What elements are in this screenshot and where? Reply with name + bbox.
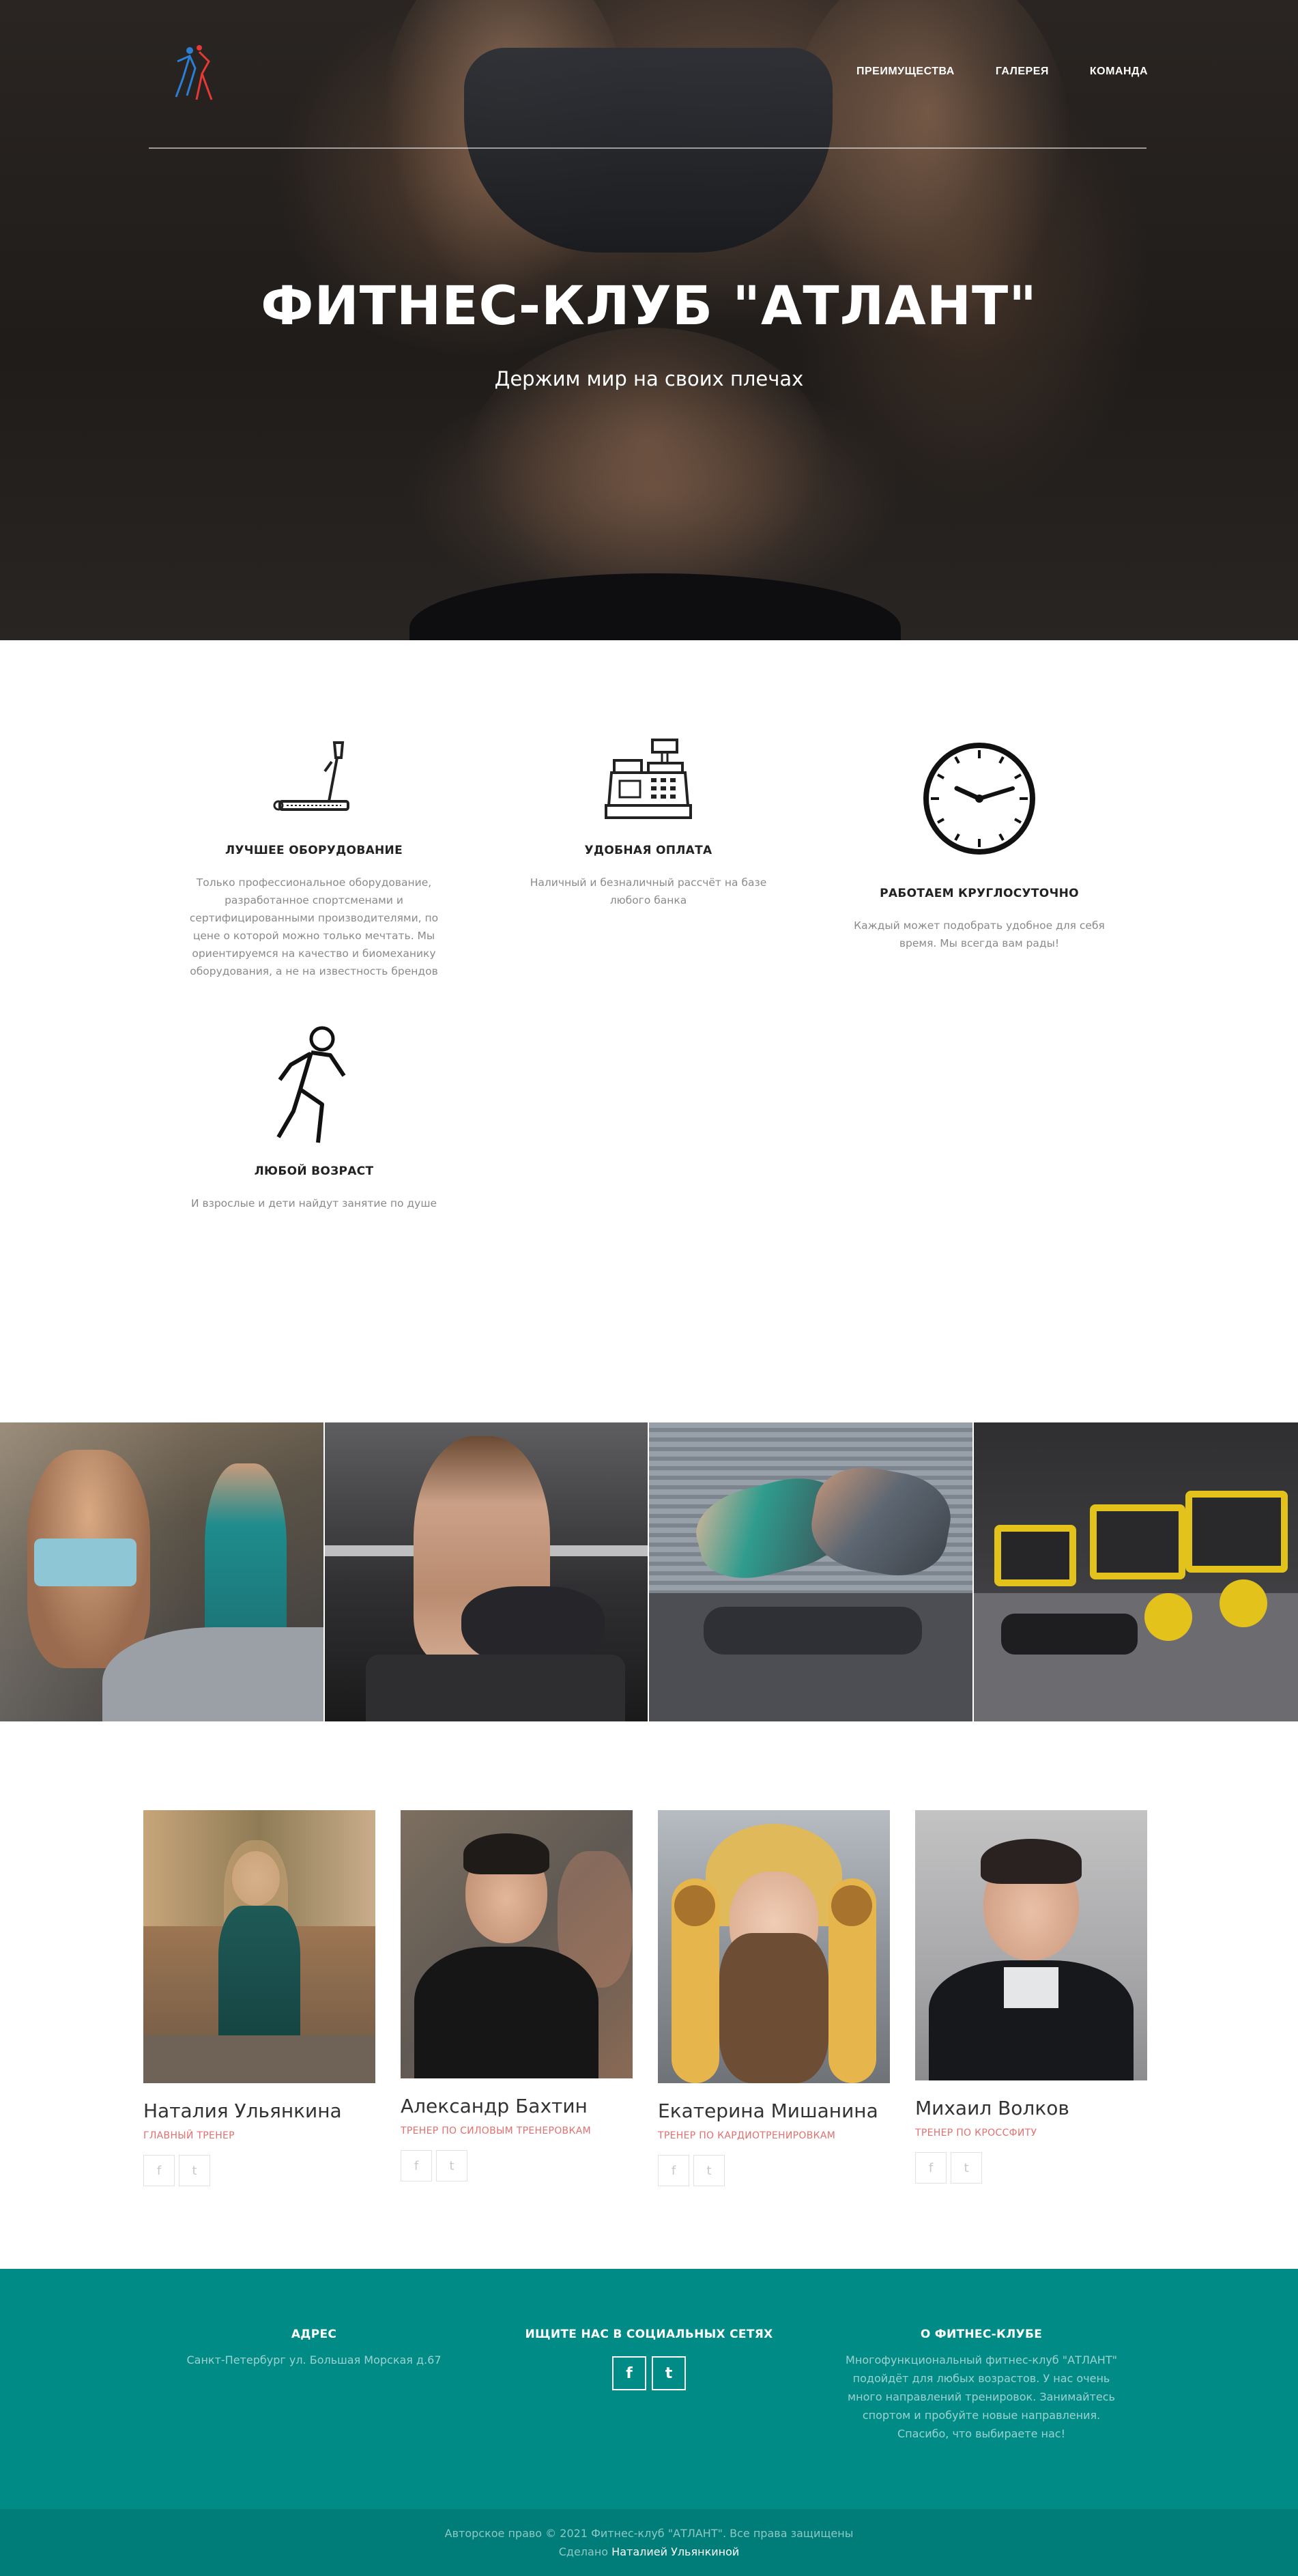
- clock-icon: [923, 743, 1035, 855]
- team-member-socials: f t: [658, 2155, 890, 2186]
- feature-text: Каждый может подобрать удобное для себя …: [854, 919, 1105, 949]
- twitter-icon[interactable]: t: [436, 2150, 467, 2181]
- team-member-role: ГЛАВНЫЙ ТРЕНЕР: [143, 2130, 235, 2141]
- copyright-bar: Авторское право © 2021 Фитнес-клуб "АТЛА…: [0, 2509, 1298, 2576]
- feature-title: УДОБНАЯ ОПЛАТА: [584, 844, 712, 857]
- facebook-icon[interactable]: f: [143, 2155, 175, 2186]
- hero-photo-shorts: [409, 573, 901, 640]
- footer-about-title: О ФИТНЕС-КЛУБЕ: [920, 2328, 1043, 2341]
- footer-about: О ФИТНЕС-КЛУБЕ Многофункциональный фитне…: [831, 2328, 1131, 2443]
- logo[interactable]: [164, 41, 218, 106]
- twitter-icon[interactable]: t: [951, 2152, 982, 2184]
- twitter-icon[interactable]: t: [693, 2155, 725, 2186]
- gallery-image-plank[interactable]: [649, 1422, 974, 1721]
- facebook-icon[interactable]: f: [612, 2356, 646, 2390]
- feature-text: Только профессиональное оборудование, ра…: [189, 876, 439, 977]
- hero-subtitle: Держим мир на своих плечах: [494, 367, 804, 390]
- feature-24h: РАБОТАЕМ КРУГЛОСУТОЧНО Каждый может подо…: [850, 741, 1109, 952]
- feature-payment: УДОБНАЯ ОПЛАТА Наличный и безналичный ра…: [519, 737, 778, 909]
- feature-equipment: ЛУЧШЕЕ ОБОРУДОВАНИЕ Только профессиональ…: [184, 737, 444, 980]
- team-member-socials: f t: [401, 2150, 633, 2181]
- running-person-icon: [276, 1026, 346, 1143]
- team-member-name: Наталия Ульянкина: [143, 2100, 342, 2122]
- footer-social-buttons: f t: [499, 2356, 799, 2390]
- gallery-image-barbell[interactable]: [324, 1422, 649, 1721]
- team-member-socials: f t: [915, 2152, 1147, 2184]
- made-by-line: Сделано Наталией Ульянкиной: [0, 2545, 1298, 2558]
- nav-item-gallery[interactable]: ГАЛЕРЕЯ: [996, 66, 1049, 78]
- team-member-photo: [401, 1810, 633, 2078]
- team-member-role: ТРЕНЕР ПО КАРДИОТРЕНИРОВКАМ: [658, 2130, 836, 2141]
- gallery-section: [0, 1422, 1298, 1721]
- feature-title: РАБОТАЕМ КРУГЛОСУТОЧНО: [880, 887, 1079, 900]
- footer-address-title: АДРЕС: [291, 2328, 337, 2341]
- twitter-icon[interactable]: t: [179, 2155, 210, 2186]
- team-member-name: Михаил Волков: [915, 2097, 1069, 2119]
- feature-title: ЛЮБОЙ ВОЗРАСТ: [254, 1164, 374, 1178]
- team-member-role: ТРЕНЕР ПО СИЛОВЫМ ТРЕНЕРОВКАМ: [401, 2126, 591, 2136]
- cash-register-icon: [605, 739, 692, 819]
- treadmill-icon: [273, 741, 349, 811]
- team-member-card: Михаил Волков ТРЕНЕР ПО КРОССФИТУ f t: [915, 1810, 1147, 2184]
- hero-photo-top: [464, 48, 833, 253]
- feature-title: ЛУЧШЕЕ ОБОРУДОВАНИЕ: [225, 844, 403, 857]
- team-member-name: Александр Бахтин: [401, 2095, 588, 2117]
- made-by-label: Сделано: [558, 2545, 609, 2558]
- team-member-card: Александр Бахтин ТРЕНЕР ПО СИЛОВЫМ ТРЕНЕ…: [401, 1810, 633, 2181]
- hero-section: ПРЕИМУЩЕСТВА ГАЛЕРЕЯ КОМАНДА ФИТНЕС-КЛУБ…: [0, 0, 1298, 640]
- author-link[interactable]: Наталией Ульянкиной: [611, 2545, 739, 2558]
- team-member-role: ТРЕНЕР ПО КРОССФИТУ: [915, 2128, 1037, 2138]
- feature-text: Наличный и безналичный рассчёт на базе л…: [530, 876, 767, 906]
- team-member-card: Наталия Ульянкина ГЛАВНЫЙ ТРЕНЕР f t: [143, 1810, 375, 2186]
- footer-address-text: Санкт-Петербург ул. Большая Морская д.67: [186, 2353, 442, 2366]
- facebook-icon[interactable]: f: [401, 2150, 432, 2181]
- team-member-photo: [658, 1810, 890, 2083]
- nav-item-team[interactable]: КОМАНДА: [1090, 66, 1148, 78]
- hero-divider: [149, 147, 1146, 149]
- atlant-logo-icon: [175, 45, 213, 100]
- twitter-icon[interactable]: t: [652, 2356, 686, 2390]
- team-member-name: Екатерина Мишанина: [658, 2100, 878, 2122]
- facebook-icon[interactable]: f: [658, 2155, 689, 2186]
- nav-item-benefits[interactable]: ПРЕИМУЩЕСТВА: [856, 66, 955, 78]
- gallery-image-treadmill[interactable]: [0, 1422, 325, 1721]
- team-member-socials: f t: [143, 2155, 375, 2186]
- gallery-image-gym-hall[interactable]: [973, 1422, 1298, 1721]
- feature-any-age: ЛЮБОЙ ВОЗРАСТ И взрослые и дети найдут з…: [184, 1024, 444, 1212]
- hero-title: ФИТНЕС-КЛУБ "АТЛАНТ": [261, 276, 1037, 337]
- main-nav: ПРЕИМУЩЕСТВА ГАЛЕРЕЯ КОМАНДА: [856, 66, 1148, 78]
- feature-text: И взрослые и дети найдут занятие по душе: [190, 1197, 437, 1210]
- footer: АДРЕС Санкт-Петербург ул. Большая Морска…: [0, 2269, 1298, 2509]
- copyright-text: Авторское право © 2021 Фитнес-клуб "АТЛА…: [444, 2527, 854, 2540]
- footer-social-title: ИЩИТЕ НАС В СОЦИАЛЬНЫХ СЕТЯХ: [525, 2328, 773, 2341]
- facebook-icon[interactable]: f: [915, 2152, 947, 2184]
- team-member-photo: [915, 1810, 1147, 2080]
- team-member-photo: [143, 1810, 375, 2083]
- team-member-card: Екатерина Мишанина ТРЕНЕР ПО КАРДИОТРЕНИ…: [658, 1810, 890, 2186]
- footer-social: ИЩИТЕ НАС В СОЦИАЛЬНЫХ СЕТЯХ f t: [499, 2328, 799, 2390]
- footer-about-text: Многофункциональный фитнес-клуб "АТЛАНТ"…: [846, 2353, 1117, 2440]
- footer-address: АДРЕС Санкт-Петербург ул. Большая Морска…: [164, 2328, 464, 2369]
